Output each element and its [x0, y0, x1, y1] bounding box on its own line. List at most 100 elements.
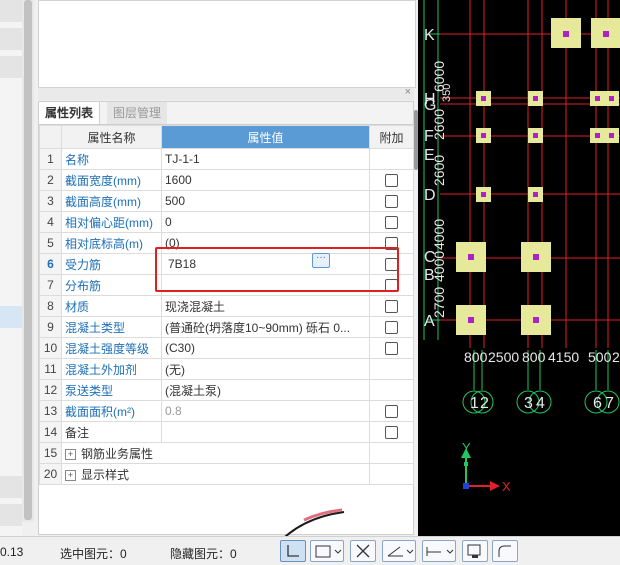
status-bar: 0.13 选中图元：0 隐藏图元：0	[0, 536, 620, 565]
dim-text: 800	[522, 349, 546, 365]
view-box-icon	[315, 545, 342, 558]
property-value[interactable]: 0	[161, 211, 370, 233]
left-panel-item[interactable]	[0, 476, 22, 498]
attach-checkbox[interactable]	[385, 216, 398, 230]
property-value[interactable]: 现浇混凝土	[161, 295, 370, 317]
attach-cell	[369, 337, 414, 359]
property-group[interactable]: + 钢筋业务属性	[61, 442, 370, 464]
property-name: 混凝土类型	[61, 316, 162, 338]
property-value[interactable]: (C30)	[161, 337, 370, 359]
attach-checkbox[interactable]	[385, 279, 398, 293]
table-row[interactable]: 8 材质 现浇混凝土	[39, 295, 414, 317]
property-value[interactable]: (无)	[161, 358, 370, 380]
column-header-name: 属性名称	[61, 125, 162, 149]
attach-checkbox[interactable]	[385, 426, 398, 440]
property-name: 受力筋	[61, 253, 162, 275]
property-name: 材质	[61, 295, 162, 317]
attach-checkbox[interactable]	[385, 321, 398, 335]
attach-checkbox[interactable]	[385, 174, 398, 188]
property-value[interactable]: TJ-1-1	[161, 148, 370, 170]
attach-checkbox[interactable]	[385, 237, 398, 251]
tab-property-list[interactable]: 属性列表	[39, 102, 101, 124]
table-row[interactable]: 10 混凝土强度等级 (C30)	[39, 337, 414, 359]
attach-checkbox[interactable]	[385, 405, 398, 419]
property-value[interactable]: (0)	[161, 232, 370, 254]
row-number: 4	[39, 211, 62, 233]
curve-button[interactable]	[492, 540, 518, 562]
attach-checkbox[interactable]	[385, 300, 398, 314]
bottom-dimensions: 800 2500 800 4150 500 2	[464, 349, 620, 365]
left-panel-item-selected[interactable]	[0, 306, 22, 328]
panel-splitter[interactable]: ×	[38, 86, 414, 100]
column-header-value: 属性值	[161, 125, 370, 149]
property-value[interactable]: 1600	[161, 169, 370, 191]
row-number: 2	[39, 169, 62, 191]
view-box-button[interactable]	[310, 540, 344, 562]
property-value[interactable]	[161, 421, 370, 443]
tab-layer-management[interactable]: 图层管理	[107, 102, 168, 124]
dim-text: 2600	[431, 109, 447, 140]
expand-icon[interactable]: +	[65, 469, 76, 481]
property-group-label: 钢筋业务属性	[81, 446, 154, 461]
angle-button[interactable]	[382, 540, 416, 562]
close-icon[interactable]: ×	[405, 86, 411, 98]
axis-label-4: 4	[536, 395, 545, 412]
property-name: 相对底标高(m)	[61, 232, 162, 254]
cross-button[interactable]	[350, 540, 376, 562]
screen-button[interactable]	[462, 540, 488, 562]
attach-cell	[369, 295, 414, 317]
table-row[interactable]: 3 截面高度(mm) 500	[39, 190, 414, 212]
left-scrollbar[interactable]	[22, 0, 34, 522]
cad-drawing-view[interactable]: K H G F E D C B A 6000 2600 350 2600 400…	[418, 0, 620, 536]
left-panel-item[interactable]	[0, 56, 22, 78]
left-scrollbar-thumb[interactable]	[24, 0, 32, 520]
property-value[interactable]: (混凝土泵)	[161, 379, 370, 401]
property-value[interactable]: (普通砼(坍落度10~90mm) 砾石 0...	[161, 316, 370, 338]
property-group[interactable]: + 显示样式	[61, 463, 370, 485]
left-panel-item[interactable]	[0, 0, 22, 22]
attach-cell	[369, 148, 414, 170]
expand-icon[interactable]: +	[65, 448, 76, 460]
table-row[interactable]: 9 混凝土类型 (普通砼(坍落度10~90mm) 砾石 0...	[39, 316, 414, 338]
table-row[interactable]: 2 截面宽度(mm) 1600	[39, 169, 414, 191]
row-number: 7	[39, 274, 62, 296]
ellipsis-button[interactable]: ···	[312, 253, 330, 268]
row-number: 13	[39, 400, 62, 422]
dim-text: 500	[588, 349, 612, 365]
table-row[interactable]: 13 截面面积(m²) 0.8	[39, 400, 414, 422]
table-row-group[interactable]: 20 + 显示样式	[39, 463, 414, 485]
property-name: 截面宽度(mm)	[61, 169, 162, 191]
dim-text: 4150	[548, 349, 579, 365]
property-name: 混凝土外加剂	[61, 358, 162, 380]
attach-checkbox[interactable]	[385, 342, 398, 356]
property-value-editing[interactable]: 7B18	[161, 253, 370, 275]
orthogonal-icon	[287, 545, 299, 557]
grid-lines	[440, 0, 620, 348]
left-panel-item[interactable]	[0, 504, 22, 526]
dimension-button[interactable]	[422, 540, 456, 562]
property-name: 分布筋	[61, 274, 162, 296]
property-value[interactable]	[161, 274, 370, 296]
table-row-group[interactable]: 15 + 钢筋业务属性	[39, 442, 414, 464]
left-panel-item[interactable]	[0, 28, 22, 50]
table-row-selected[interactable]: 6 受力筋 7B18	[39, 253, 414, 275]
table-row[interactable]: 1 名称 TJ-1-1	[39, 148, 414, 170]
attach-checkbox[interactable]	[385, 258, 398, 272]
table-row[interactable]: 11 混凝土外加剂 (无)	[39, 358, 414, 380]
attach-checkbox[interactable]	[385, 195, 398, 209]
row-number: 20	[39, 463, 62, 485]
axis-label-6: 6	[593, 395, 602, 412]
row-number: 14	[39, 421, 62, 443]
orthogonal-button[interactable]	[280, 540, 306, 562]
dimension-icon	[426, 547, 454, 556]
axis-label-2: 2	[480, 395, 489, 412]
table-row[interactable]: 4 相对偏心距(mm) 0	[39, 211, 414, 233]
table-row[interactable]: 12 泵送类型 (混凝土泵)	[39, 379, 414, 401]
property-value[interactable]: 500	[161, 190, 370, 212]
table-row[interactable]: 5 相对底标高(m) (0)	[39, 232, 414, 254]
table-row[interactable]: 7 分布筋	[39, 274, 414, 296]
dim-text: 350	[441, 84, 453, 102]
table-row[interactable]: 14 备注	[39, 421, 414, 443]
cad-canvas[interactable]: K H G F E D C B A 6000 2600 350 2600 400…	[418, 0, 620, 536]
attach-cell	[369, 274, 414, 296]
